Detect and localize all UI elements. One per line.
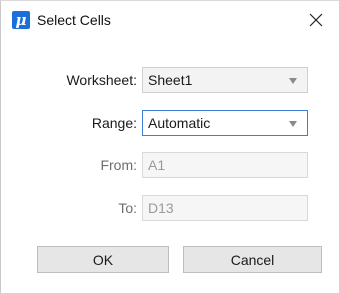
range-row: Range: Automatic [0,110,339,136]
to-value: D13 [148,200,174,216]
from-label: From: [100,157,137,173]
cancel-button[interactable]: Cancel [183,246,322,273]
from-row: From: A1 [0,152,339,178]
chevron-down-icon [289,78,297,84]
from-input[interactable]: A1 [142,152,308,178]
range-label: Range: [91,115,137,131]
range-value: Automatic [148,115,211,131]
from-value: A1 [148,157,166,173]
worksheet-select[interactable]: Sheet1 [142,67,308,93]
to-input[interactable]: D13 [142,195,308,221]
window-title: Select Cells [37,12,111,28]
title-bar[interactable]: μ Select Cells [1,1,339,39]
range-select[interactable]: Automatic [142,110,308,136]
chevron-down-icon [289,121,297,127]
window-border-left [0,0,1,293]
close-icon [309,13,323,27]
worksheet-value: Sheet1 [148,72,193,88]
to-label: To: [118,200,137,216]
app-logo-icon: μ [12,11,30,29]
worksheet-label: Worksheet: [66,72,137,88]
worksheet-row: Worksheet: Sheet1 [0,67,339,93]
ok-button[interactable]: OK [37,246,169,273]
close-button[interactable] [295,1,337,39]
to-row: To: D13 [0,195,339,221]
